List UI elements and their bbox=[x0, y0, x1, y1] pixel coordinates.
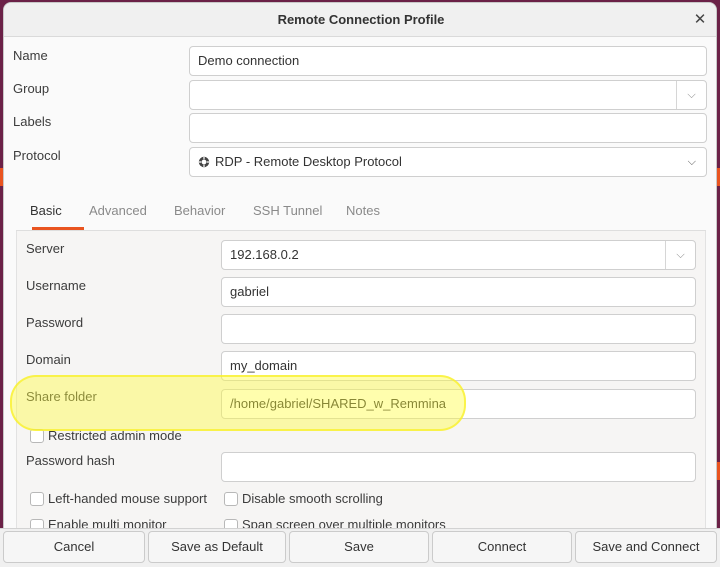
tab-ssh-tunnel[interactable]: SSH Tunnel bbox=[253, 203, 322, 218]
domain-input[interactable]: my_domain bbox=[221, 351, 696, 381]
save-and-connect-button[interactable]: Save and Connect bbox=[575, 531, 717, 563]
server-label: Server bbox=[26, 241, 65, 256]
password-hash-label: Password hash bbox=[26, 453, 115, 468]
protocol-label: Protocol bbox=[13, 148, 61, 163]
left-handed-mouse-checkbox[interactable] bbox=[30, 492, 44, 506]
connect-button[interactable]: Connect bbox=[432, 531, 572, 563]
tab-notes[interactable]: Notes bbox=[346, 203, 380, 218]
rdp-protocol-icon bbox=[198, 156, 210, 168]
username-input[interactable]: gabriel bbox=[221, 277, 696, 307]
chevron-down-icon[interactable]: ⌵ bbox=[665, 241, 695, 269]
share-folder-label: Share folder bbox=[26, 389, 97, 404]
labels-input[interactable] bbox=[189, 113, 707, 143]
tab-behavior[interactable]: Behavior bbox=[174, 203, 225, 218]
server-combo-value: 192.168.0.2 bbox=[230, 247, 299, 262]
labels-label: Labels bbox=[13, 114, 52, 129]
restricted-admin-label: Restricted admin mode bbox=[48, 428, 182, 443]
group-combo[interactable]: ⌵ bbox=[189, 80, 707, 110]
save-button[interactable]: Save bbox=[289, 531, 429, 563]
tab-basic[interactable]: Basic bbox=[30, 203, 62, 218]
window-title: Remote Connection Profile bbox=[277, 12, 445, 27]
disable-smooth-scrolling-label: Disable smooth scrolling bbox=[242, 491, 383, 506]
tab-advanced[interactable]: Advanced bbox=[89, 203, 147, 218]
left-handed-mouse-label: Left-handed mouse support bbox=[48, 491, 207, 506]
password-input[interactable] bbox=[221, 314, 696, 344]
protocol-dropdown[interactable]: RDP - Remote Desktop Protocol ⌵ bbox=[189, 147, 707, 177]
protocol-dropdown-value: RDP - Remote Desktop Protocol bbox=[215, 154, 402, 169]
share-folder-input-value: /home/gabriel/SHARED_w_Remmina bbox=[230, 396, 447, 411]
chevron-down-icon: ⌵ bbox=[687, 156, 696, 168]
close-icon[interactable]: ✕ bbox=[690, 10, 710, 30]
domain-label: Domain bbox=[26, 352, 71, 367]
tab-bar: Basic Advanced Behavior SSH Tunnel Notes bbox=[16, 193, 706, 231]
password-label: Password bbox=[26, 315, 84, 330]
chevron-down-icon[interactable]: ⌵ bbox=[676, 81, 706, 109]
save-as-default-button[interactable]: Save as Default bbox=[148, 531, 286, 563]
name-input-value: Demo connection bbox=[198, 53, 300, 68]
username-input-value: gabriel bbox=[230, 284, 270, 299]
active-tab-indicator bbox=[32, 227, 84, 230]
server-combo[interactable]: 192.168.0.2 ⌵ bbox=[221, 240, 696, 270]
remote-connection-profile-dialog: Remote Connection Profile ✕ Name Demo co… bbox=[3, 2, 717, 565]
name-input[interactable]: Demo connection bbox=[189, 46, 707, 76]
domain-input-value: my_domain bbox=[230, 358, 298, 373]
share-folder-input[interactable]: /home/gabriel/SHARED_w_Remmina bbox=[221, 389, 696, 419]
basic-tab-panel: Server 192.168.0.2 ⌵ Username gabriel Pa… bbox=[16, 231, 706, 537]
disable-smooth-scrolling-checkbox[interactable] bbox=[224, 492, 238, 506]
password-hash-input[interactable] bbox=[221, 452, 696, 482]
cancel-button[interactable]: Cancel bbox=[3, 531, 145, 563]
name-label: Name bbox=[13, 48, 48, 63]
username-label: Username bbox=[26, 278, 86, 293]
group-label: Group bbox=[13, 81, 50, 96]
restricted-admin-checkbox[interactable] bbox=[30, 429, 44, 443]
title-bar: Remote Connection Profile ✕ bbox=[4, 3, 716, 37]
